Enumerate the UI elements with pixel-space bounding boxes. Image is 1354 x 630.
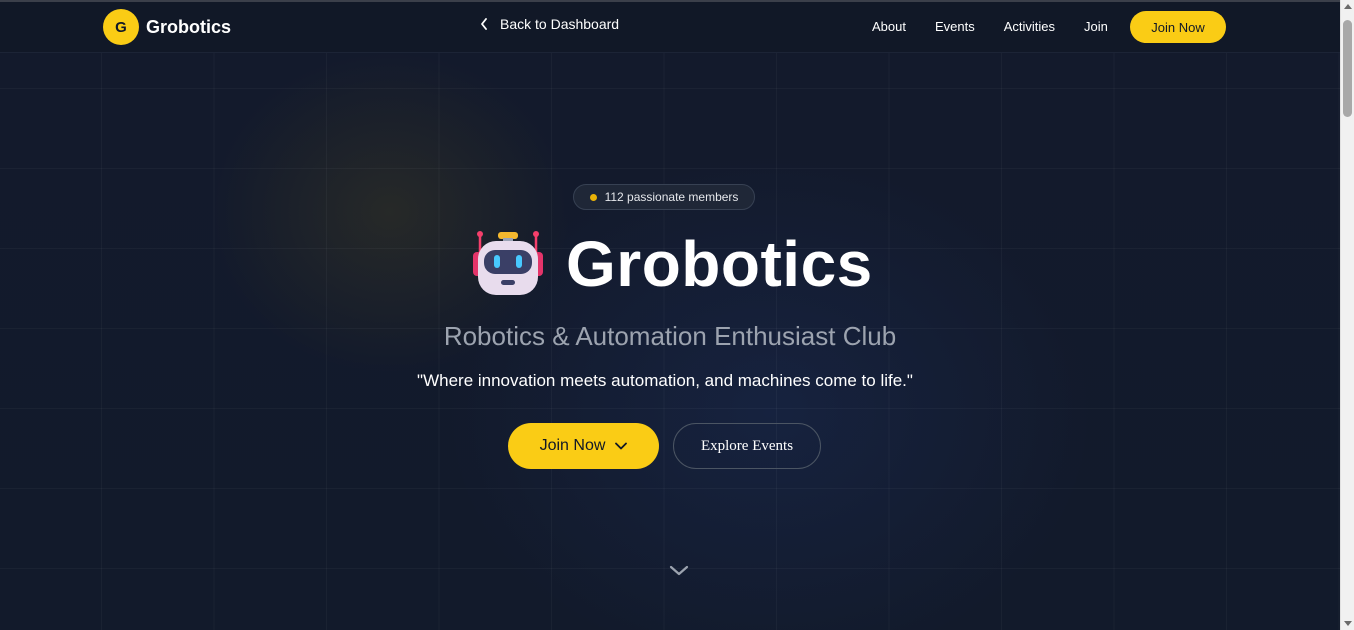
nav-links: About Events Activities Join bbox=[872, 19, 1137, 34]
scroll-down-chevron-icon[interactable] bbox=[668, 562, 690, 580]
back-to-dashboard-link[interactable]: Back to Dashboard bbox=[480, 16, 619, 32]
back-link-label: Back to Dashboard bbox=[500, 16, 620, 32]
nav-link-events[interactable]: Events bbox=[935, 19, 975, 34]
scroll-up-arrow-icon[interactable] bbox=[1344, 4, 1352, 9]
chevron-down-icon bbox=[615, 442, 628, 450]
hero-title-row: Grobotics bbox=[470, 226, 890, 302]
hero-title: Grobotics bbox=[566, 228, 873, 300]
hero-subtitle: Robotics & Automation Enthusiast Club bbox=[443, 321, 897, 351]
members-count-badge: 112 passionate members bbox=[573, 184, 755, 210]
robot-icon bbox=[473, 231, 543, 295]
nav-link-about[interactable]: About bbox=[872, 19, 906, 34]
navbar: G Grobotics Back to Dashboard About Even… bbox=[0, 2, 1340, 53]
nav-join-now-button[interactable]: Join Now bbox=[1130, 11, 1226, 43]
logo-link[interactable]: G Grobotics bbox=[103, 9, 231, 45]
explore-events-button[interactable]: Explore Events bbox=[673, 423, 821, 469]
page: G Grobotics Back to Dashboard About Even… bbox=[0, 0, 1354, 630]
scrollbar-thumb[interactable] bbox=[1343, 20, 1352, 117]
page-scrollbar[interactable] bbox=[1340, 0, 1354, 630]
status-dot-icon bbox=[589, 193, 597, 201]
members-count-text: 112 passionate members bbox=[604, 190, 739, 204]
hero-join-now-button[interactable]: Join Now bbox=[508, 423, 659, 469]
chevron-left-icon bbox=[481, 18, 487, 30]
nav-link-join[interactable]: Join bbox=[1084, 19, 1108, 34]
hero-join-now-label: Join Now bbox=[539, 437, 606, 454]
logo-badge: G bbox=[103, 9, 139, 45]
brand-name: Grobotics bbox=[146, 16, 232, 37]
nav-link-activities[interactable]: Activities bbox=[1004, 19, 1055, 34]
scroll-down-arrow-icon[interactable] bbox=[1344, 621, 1352, 626]
hero-tagline: "Where innovation meets automation, and … bbox=[417, 371, 913, 390]
